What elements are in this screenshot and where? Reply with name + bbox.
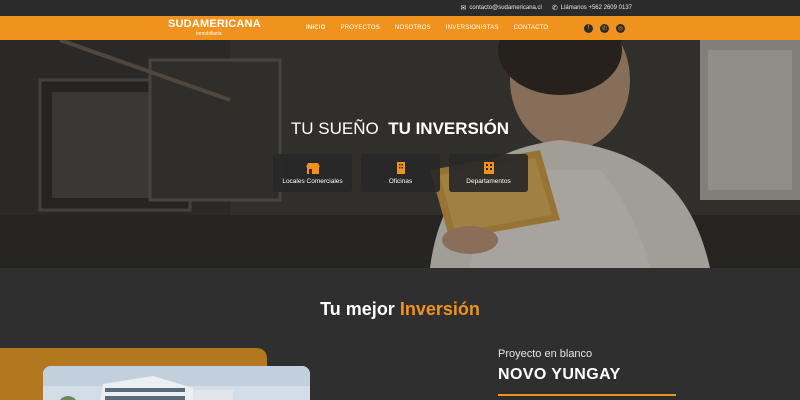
category-buttons: Locales Comerciales Oficinas Departament… — [273, 154, 528, 192]
social-links: f ✆ ◎ — [584, 16, 625, 40]
apartment-building-icon — [483, 161, 494, 174]
hero-title-bold: TU INVERSIÓN — [388, 119, 510, 138]
email-contact[interactable]: ✉ contacto@sudamericana.cl — [461, 4, 542, 12]
project-name[interactable]: NOVO YUNGAY — [498, 366, 621, 384]
store-icon — [305, 162, 320, 174]
project-photo[interactable] — [43, 366, 310, 400]
category-locales-label: Locales Comerciales — [282, 177, 343, 185]
whatsapp-icon[interactable]: ✆ — [600, 23, 609, 33]
hero-banner: TU SUEÑO TU INVERSIÓN Locales Comerciale… — [0, 40, 800, 268]
category-departamentos-label: Departamentos — [466, 177, 511, 185]
category-locales-button[interactable]: Locales Comerciales — [273, 154, 352, 192]
section-title-orange: Inversión — [399, 299, 480, 319]
nav-item-proyectos[interactable]: PROYECTOS — [341, 25, 380, 31]
category-departamentos-button[interactable]: Departamentos — [449, 154, 528, 192]
nav-menu: INICIO PROYECTOS NOSOTROS INVERSIONISTAS… — [306, 16, 548, 40]
instagram-icon[interactable]: ◎ — [616, 23, 625, 33]
top-contact-bar: ✉ contacto@sudamericana.cl ✆ Llámanos +5… — [0, 0, 800, 16]
logo-subtitle: Inmobiliaria — [196, 31, 222, 37]
project-kicker: Proyecto en blanco — [498, 348, 593, 360]
email-text: contacto@sudamericana.cl — [469, 5, 542, 11]
main-navigation: SUDAMERICANA Inmobiliaria INICIO PROYECT… — [0, 16, 800, 40]
nav-item-nosotros[interactable]: NOSOTROS — [395, 25, 431, 31]
section-title: Tu mejor Inversión — [0, 299, 800, 320]
nav-item-inicio[interactable]: INICIO — [306, 25, 326, 31]
office-building-icon — [396, 161, 405, 174]
hero-title-light: TU SUEÑO — [290, 119, 379, 138]
investment-section: Tu mejor Inversión Proyecto en blanco NO… — [0, 268, 800, 400]
project-underline — [498, 394, 676, 396]
facebook-icon[interactable]: f — [584, 23, 593, 33]
logo-text: SUDAMERICANA — [168, 18, 261, 30]
hero-title: TU SUEÑO TU INVERSIÓN — [0, 119, 800, 139]
section-title-white: Tu mejor — [320, 299, 395, 319]
envelope-icon: ✉ — [460, 5, 467, 12]
phone-contact[interactable]: ✆ Llámanos +562 2609 0137 — [552, 4, 632, 12]
nav-item-inversionistas[interactable]: INVERSIONISTAS — [446, 25, 499, 31]
phone-text: Llámanos +562 2609 0137 — [560, 5, 632, 11]
category-oficinas-label: Oficinas — [388, 177, 413, 185]
phone-icon: ✆ — [551, 5, 558, 12]
logo[interactable]: SUDAMERICANA Inmobiliaria — [168, 18, 261, 38]
category-oficinas-button[interactable]: Oficinas — [361, 154, 440, 192]
nav-item-contacto[interactable]: CONTACTO — [514, 25, 549, 31]
